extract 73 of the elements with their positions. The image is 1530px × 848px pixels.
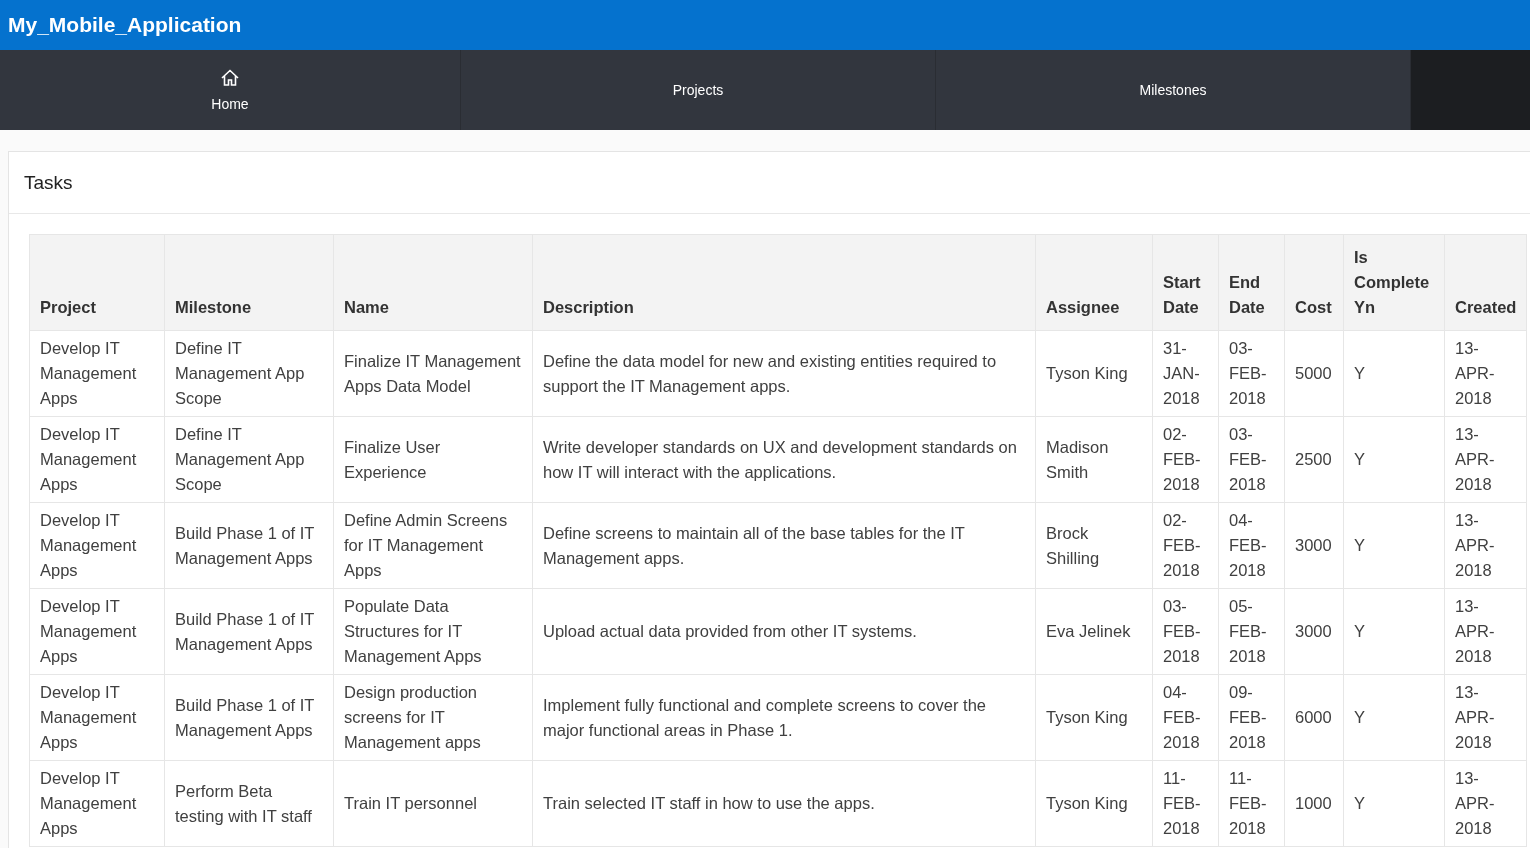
table-cell: Develop IT Management Apps — [29, 760, 165, 847]
table-cell: 03-FEB-2018 — [1152, 588, 1219, 675]
table-cell: 03-FEB-2018 — [1218, 416, 1285, 503]
table-cell: 3000 — [1284, 502, 1344, 589]
table-cell: 02-FEB-2018 — [1152, 502, 1219, 589]
table-cell: 1000 — [1284, 760, 1344, 847]
table-cell: 04-FEB-2018 — [1152, 674, 1219, 761]
table-cell: 3000 — [1284, 588, 1344, 675]
table-cell: Build Phase 1 of IT Management Apps — [164, 674, 334, 761]
table-cell: Y — [1343, 330, 1445, 417]
table-cell: 13-APR-2018 — [1444, 674, 1527, 761]
table-cell: Finalize IT Management Apps Data Model — [333, 330, 533, 417]
table-cell: 13-APR-2018 — [1444, 760, 1527, 847]
table-cell: 02-FEB-2018 — [1152, 416, 1219, 503]
table-cell: Develop IT Management Apps — [29, 588, 165, 675]
table-cell: Y — [1343, 588, 1445, 675]
table-cell: Tyson King — [1035, 330, 1153, 417]
table-cell: Train selected IT staff in how to use the apps. — [532, 760, 1036, 847]
table-cell: Implement fully functional and complete screens to cover the major functional areas in Phase 1. — [532, 674, 1036, 761]
table-cell: 09-FEB-2018 — [1218, 674, 1285, 761]
column-header: Name — [333, 234, 533, 331]
table-cell: 03-FEB-2018 — [1218, 330, 1285, 417]
table-cell: Define screens to maintain all of the base tables for the IT Management apps. — [532, 502, 1036, 589]
column-header: Is Complete Yn — [1343, 234, 1445, 331]
column-header: Cost — [1284, 234, 1344, 331]
table-cell: 2500 — [1284, 416, 1344, 503]
table-cell: Write developer standards on UX and development standards on how IT will interact with the applications. — [532, 416, 1036, 503]
table-cell: 31-JAN-2018 — [1152, 330, 1219, 417]
table-cell: Develop IT Management Apps — [29, 416, 165, 503]
table-cell: 13-APR-2018 — [1444, 502, 1527, 589]
column-header: Description — [532, 234, 1036, 331]
column-header: Project — [29, 234, 165, 331]
table-cell: Define Admin Screens for IT Management Apps — [333, 502, 533, 589]
table-cell: Eva Jelinek — [1035, 588, 1153, 675]
table-cell: Design production screens for IT Management apps — [333, 674, 533, 761]
table-cell: Build Phase 1 of IT Management Apps — [164, 502, 334, 589]
table-cell: 11-FEB-2018 — [1218, 760, 1285, 847]
column-header: Start Date — [1152, 234, 1219, 331]
table-cell: 13-APR-2018 — [1444, 416, 1527, 503]
table-cell: Define the data model for new and existing entities required to support the IT Management apps. — [532, 330, 1036, 417]
table-cell: Y — [1343, 416, 1445, 503]
table-cell: 13-APR-2018 — [1444, 330, 1527, 417]
table-cell: 11-FEB-2018 — [1152, 760, 1219, 847]
table-cell: Develop IT Management Apps — [29, 674, 165, 761]
table-cell: Train IT personnel — [333, 760, 533, 847]
table-cell: Define IT Management App Scope — [164, 416, 334, 503]
table-cell: 13-APR-2018 — [1444, 588, 1527, 675]
table-cell: Y — [1343, 502, 1445, 589]
table-cell: Finalize User Experience — [333, 416, 533, 503]
table-cell: Define IT Management App Scope — [164, 330, 334, 417]
table-cell: Tyson King — [1035, 760, 1153, 847]
table-cell: Brock Shilling — [1035, 502, 1153, 589]
table-cell: Madison Smith — [1035, 416, 1153, 503]
table-cell: Develop IT Management Apps — [29, 502, 165, 589]
table-cell: Upload actual data provided from other IT systems. — [532, 588, 1036, 675]
table-cell: Develop IT Management Apps — [29, 330, 165, 417]
app-title: My_Mobile_Application — [8, 13, 242, 37]
table-cell: Tyson King — [1035, 674, 1153, 761]
table-cell: 04-FEB-2018 — [1218, 502, 1285, 589]
column-header: Created — [1444, 234, 1527, 331]
home-icon — [220, 68, 240, 88]
table-cell: 05-FEB-2018 — [1218, 588, 1285, 675]
table-cell: Y — [1343, 674, 1445, 761]
table-cell: Perform Beta testing with IT staff — [164, 760, 334, 847]
table-cell: 5000 — [1284, 330, 1344, 417]
table-cell: Populate Data Structures for IT Management Apps — [333, 588, 533, 675]
table-cell: 6000 — [1284, 674, 1344, 761]
column-header: Assignee — [1035, 234, 1153, 331]
column-header: Milestone — [164, 234, 334, 331]
table-cell: Y — [1343, 760, 1445, 847]
column-header: End Date — [1218, 234, 1285, 331]
panel-title: Tasks — [24, 171, 73, 194]
table-cell: Build Phase 1 of IT Management Apps — [164, 588, 334, 675]
